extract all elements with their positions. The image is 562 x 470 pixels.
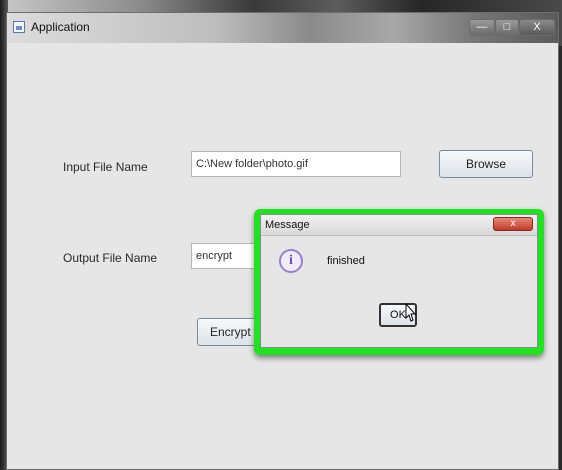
window-title: Application — [31, 20, 90, 34]
output-file-name-label: Output File Name — [63, 251, 158, 265]
pointer-cursor-icon — [405, 302, 417, 322]
window-icon — [13, 21, 25, 33]
input-file-name-label: Input File Name — [63, 160, 148, 174]
close-button[interactable]: X — [519, 19, 555, 36]
minimize-button[interactable]: — — [469, 19, 495, 36]
message-dialog: Message x i finished OK — [260, 214, 538, 348]
window-titlebar[interactable]: Application — □ X — [7, 13, 558, 43]
input-file-name-field[interactable]: C:\New folder\photo.gif — [191, 151, 401, 177]
dialog-title: Message — [265, 219, 310, 231]
dialog-close-button[interactable]: x — [493, 217, 533, 231]
dialog-titlebar[interactable]: Message x — [261, 215, 537, 236]
dialog-message: finished — [327, 255, 365, 267]
maximize-button[interactable]: □ — [495, 19, 519, 36]
information-icon: i — [279, 249, 303, 273]
browse-button[interactable]: Browse — [439, 150, 533, 178]
